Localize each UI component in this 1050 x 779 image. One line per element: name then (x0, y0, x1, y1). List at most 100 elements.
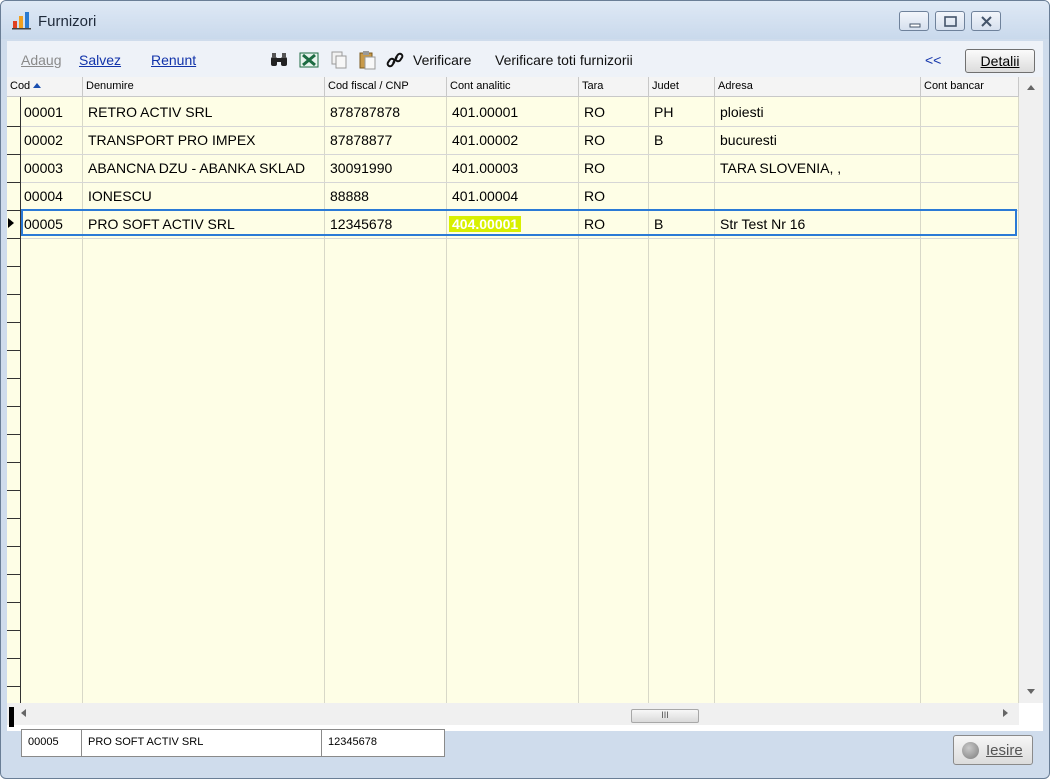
cell-cod[interactable]: 00003 (21, 154, 83, 182)
vertical-scrollbar[interactable] (1019, 77, 1043, 703)
row-indicator-tick (7, 658, 21, 659)
window-title: Furnizori (38, 13, 97, 30)
column-header-label: Tara (582, 80, 604, 92)
grid-header: Cod Denumire Cod fiscal / CNP Cont analitic… (7, 77, 1019, 97)
row-indicator-tick (7, 574, 21, 575)
cell-adresa[interactable]: ploiesti (715, 98, 921, 126)
row-indicator-tick (7, 490, 21, 491)
maximize-button[interactable] (935, 11, 965, 31)
excel-export-icon[interactable] (299, 50, 319, 70)
column-header-cod-fiscal[interactable]: Cod fiscal / CNP (325, 77, 447, 96)
cell-tara[interactable]: RO (579, 98, 649, 126)
row-indicator-tick (7, 238, 21, 239)
verify-button[interactable]: Verificare (413, 52, 471, 68)
cell-cod-fiscal[interactable]: 87878877 (325, 126, 447, 154)
left-edge-marker (9, 707, 14, 727)
app-chart-icon (12, 12, 31, 30)
cell-tara[interactable]: RO (579, 182, 649, 210)
column-header-cod[interactable]: Cod (7, 77, 83, 96)
cell-cod[interactable]: 00004 (21, 182, 83, 210)
column-header-label: Cod fiscal / CNP (328, 80, 409, 92)
cell-cod-fiscal[interactable]: 30091990 (325, 154, 447, 182)
cell-adresa[interactable]: TARA SLOVENIA, , (715, 154, 921, 182)
table-row[interactable]: 00001 RETRO ACTIV SRL 878787878 401.00001 RO… (7, 98, 1019, 126)
row-separator (7, 238, 1019, 239)
sort-ascending-icon (33, 83, 42, 88)
cell-cont-analitic[interactable]: 401.00001 (447, 98, 579, 126)
cell-judet[interactable]: PH (649, 98, 715, 126)
cell-cont-analitic[interactable]: 401.00002 (447, 126, 579, 154)
scroll-down-icon[interactable] (1027, 689, 1035, 694)
collapse-button[interactable]: << (925, 52, 941, 68)
maximize-icon (944, 16, 957, 27)
cell-judet[interactable]: B (649, 126, 715, 154)
cell-judet[interactable] (649, 154, 715, 182)
cell-cont-bancar[interactable] (921, 98, 1019, 126)
binoculars-icon[interactable] (269, 50, 289, 70)
cell-adresa[interactable]: bucuresti (715, 126, 921, 154)
column-header-cont-bancar[interactable]: Cont bancar (921, 77, 1019, 96)
paste-icon[interactable] (357, 50, 377, 70)
column-header-tara[interactable]: Tara (579, 77, 649, 96)
save-button[interactable]: Salvez (79, 52, 121, 68)
column-header-adresa[interactable]: Adresa (715, 77, 921, 96)
cell-judet[interactable] (649, 182, 715, 210)
close-button[interactable] (971, 11, 1001, 31)
furnizori-window: Furnizori Adaug Salvez Renunt Verificare… (0, 0, 1050, 779)
row-indicator-tick (7, 686, 21, 687)
table-row[interactable]: 00002 TRANSPORT PRO IMPEX 87878877 401.0000… (7, 126, 1019, 154)
column-header-label: Judet (652, 80, 679, 92)
row-indicator-tick (7, 546, 21, 547)
cell-tara[interactable]: RO (579, 126, 649, 154)
summary-cod: 00005 (22, 730, 82, 756)
cell-denumire[interactable]: RETRO ACTIV SRL (83, 98, 325, 126)
minimize-icon (909, 23, 921, 28)
title-bar[interactable]: Furnizori (1, 1, 1049, 39)
exit-button[interactable]: Iesire (953, 735, 1033, 765)
suppliers-grid: Cod Denumire Cod fiscal / CNP Cont analitic… (7, 77, 1043, 731)
column-header-cont-analitic[interactable]: Cont analitic (447, 77, 579, 96)
row-indicator-tick (7, 322, 21, 323)
column-header-label: Adresa (718, 80, 753, 92)
cell-cont-bancar[interactable] (921, 154, 1019, 182)
verify-label: Verificare (413, 52, 472, 68)
cell-cod-fiscal[interactable]: 88888 (325, 182, 447, 210)
scroll-up-icon[interactable] (1027, 85, 1035, 90)
cell-denumire[interactable]: TRANSPORT PRO IMPEX (83, 126, 325, 154)
current-record-summary: 00005 PRO SOFT ACTIV SRL 12345678 (21, 729, 445, 757)
grid-viewport[interactable]: Cod Denumire Cod fiscal / CNP Cont analitic… (7, 77, 1019, 703)
column-header-denumire[interactable]: Denumire (83, 77, 325, 96)
cell-cod[interactable]: 00002 (21, 126, 83, 154)
cell-cont-analitic[interactable]: 401.00004 (447, 182, 579, 210)
row-indicator-tick (7, 406, 21, 407)
copy-icon[interactable] (329, 50, 349, 70)
cell-cod-fiscal[interactable]: 878787878 (325, 98, 447, 126)
scroll-right-icon[interactable] (1003, 709, 1008, 717)
cell-cont-analitic[interactable]: 401.00003 (447, 154, 579, 182)
add-button[interactable]: Adaug (21, 52, 61, 68)
scroll-left-icon[interactable] (21, 709, 26, 717)
cell-cont-bancar[interactable] (921, 182, 1019, 210)
column-header-label: Cont bancar (924, 80, 984, 92)
cell-denumire[interactable]: IONESCU (83, 182, 325, 210)
row-indicator-tick (7, 602, 21, 603)
row-indicator-tick (7, 462, 21, 463)
row-indicator-tick (7, 294, 21, 295)
minimize-button[interactable] (899, 11, 929, 31)
horizontal-scrollbar[interactable]: III (7, 703, 1019, 725)
cell-tara[interactable]: RO (579, 154, 649, 182)
column-header-label: Cont analitic (450, 80, 511, 92)
cancel-button[interactable]: Renunt (151, 52, 196, 68)
column-header-label: Denumire (86, 80, 134, 92)
details-button[interactable]: Detalii (965, 49, 1035, 73)
verify-all-button[interactable]: Verificare toti furnizorii (495, 52, 633, 68)
cell-adresa[interactable] (715, 182, 921, 210)
cell-denumire[interactable]: ABANCNA DZU - ABANKA SKLAD (83, 154, 325, 182)
table-row[interactable]: 00003 ABANCNA DZU - ABANKA SKLAD 30091990 4… (7, 154, 1019, 182)
cell-cont-bancar[interactable] (921, 126, 1019, 154)
horizontal-scroll-thumb[interactable]: III (631, 709, 699, 723)
cell-cod[interactable]: 00001 (21, 98, 83, 126)
column-header-judet[interactable]: Judet (649, 77, 715, 96)
link-icon[interactable] (385, 50, 405, 70)
table-row[interactable]: 00004 IONESCU 88888 401.00004 RO (7, 182, 1019, 210)
